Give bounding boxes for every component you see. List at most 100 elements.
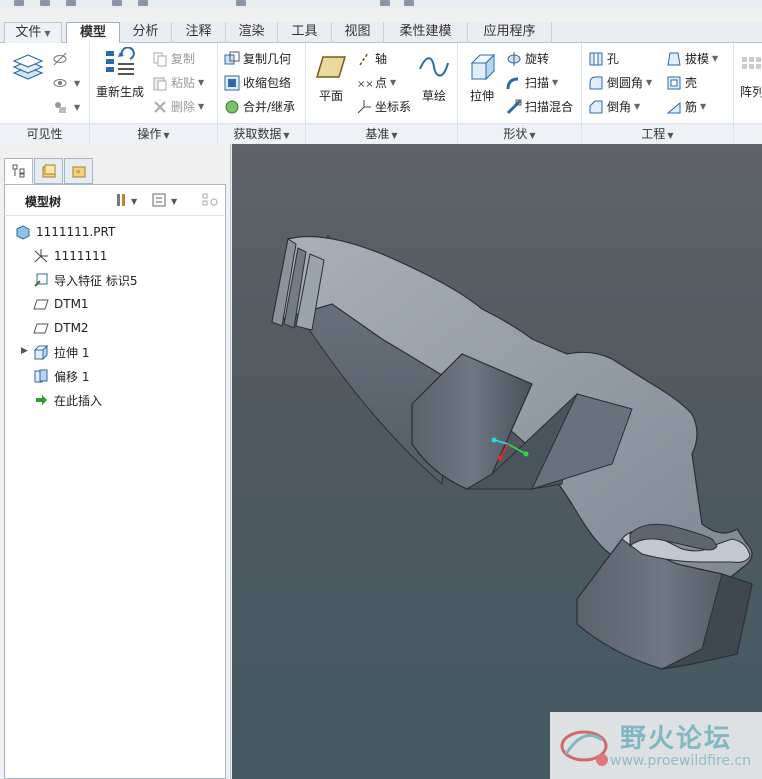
shrinkwrap-button[interactable]: 收缩包络 bbox=[224, 74, 291, 91]
tree-item-offset[interactable]: 偏移 1 bbox=[33, 366, 89, 386]
rib-button[interactable]: 筋 ▼ bbox=[666, 98, 706, 115]
sketch-button[interactable]: 草绘 bbox=[416, 51, 452, 104]
svg-text:×××: ××× bbox=[357, 79, 372, 90]
draft-label: 拔模 bbox=[685, 52, 710, 66]
tree-filter-button[interactable] bbox=[201, 192, 221, 211]
new-icon[interactable] bbox=[14, 0, 24, 6]
tab-model[interactable]: 模型 bbox=[66, 22, 120, 44]
navigator-panel: * 模型树 ▼ ▼ 1111111.PRT 1111111 导入特征 标识5 D… bbox=[0, 144, 231, 779]
axis-button[interactable]: 轴 bbox=[356, 50, 387, 67]
close-window-icon[interactable] bbox=[404, 0, 414, 6]
copy-geometry-button[interactable]: 复制几何 bbox=[224, 50, 291, 67]
part-icon bbox=[15, 224, 31, 240]
revolve-button[interactable]: 旋转 bbox=[506, 50, 549, 67]
tree-item-label: 拉伸 1 bbox=[54, 345, 90, 360]
tab-flexible-modeling[interactable]: 柔性建模 bbox=[384, 22, 468, 43]
datum-point-icon: ××× bbox=[356, 75, 382, 91]
chamfer-button[interactable]: 倒角 ▼ bbox=[588, 98, 640, 115]
tab-view[interactable]: 视图 bbox=[332, 22, 384, 43]
plane-button[interactable]: 平面 bbox=[312, 51, 350, 104]
group-datum-label[interactable]: 基准 ▼ bbox=[306, 123, 457, 143]
tab-tools[interactable]: 工具 bbox=[278, 22, 332, 43]
tab-model-tree[interactable] bbox=[4, 158, 33, 184]
tab-favorites[interactable]: * bbox=[64, 158, 93, 184]
import-feature-icon bbox=[33, 272, 49, 288]
svg-text:▼: ▼ bbox=[171, 197, 178, 206]
group-visibility: ▼ ▼ 可见性 bbox=[0, 43, 90, 143]
shrinkwrap-icon bbox=[224, 75, 240, 91]
part-model[interactable] bbox=[232, 144, 762, 779]
tree-settings-button[interactable]: ▼ bbox=[115, 192, 143, 211]
show-eye-icon bbox=[52, 75, 68, 91]
tab-file-label: 文件 bbox=[15, 25, 42, 40]
show-button[interactable]: ▼ bbox=[52, 75, 80, 91]
tree-item-insert-here[interactable]: 在此插入 bbox=[33, 390, 102, 410]
tree-item-label: 导入特征 标识5 bbox=[54, 273, 138, 288]
hole-button[interactable]: 孔 bbox=[588, 50, 619, 67]
point-label: 点 bbox=[375, 76, 388, 90]
shrinkwrap-label: 收缩包络 bbox=[243, 76, 292, 90]
watermark-title: 野火论坛 bbox=[620, 724, 733, 754]
revolve-label: 旋转 bbox=[525, 52, 550, 66]
watermark-logo-icon bbox=[560, 730, 608, 766]
sweep-label: 扫描 bbox=[525, 76, 550, 90]
round-button[interactable]: 倒圆角 ▼ bbox=[588, 74, 652, 91]
quick-access-toolbar bbox=[0, 0, 762, 8]
tab-annotate[interactable]: 注释 bbox=[172, 22, 226, 43]
extrude-button[interactable]: 拉伸 bbox=[464, 51, 500, 104]
shell-icon bbox=[666, 75, 682, 91]
regenerate-button[interactable]: 重新生成 bbox=[94, 46, 146, 100]
round-label: 倒圆角 bbox=[607, 76, 644, 90]
swept-blend-button[interactable]: 扫描混合 bbox=[506, 98, 573, 115]
hole-icon bbox=[588, 51, 604, 67]
tree-item-dtm1[interactable]: DTM1 bbox=[33, 294, 89, 314]
tab-analysis[interactable]: 分析 bbox=[120, 22, 172, 43]
csys-button[interactable]: 坐标系 bbox=[356, 98, 411, 115]
regenerate-icon bbox=[104, 46, 136, 79]
group-engineering-label[interactable]: 工程 ▼ bbox=[582, 123, 733, 143]
tree-item-import-feature[interactable]: 导入特征 标识5 bbox=[33, 270, 137, 290]
sweep-button[interactable]: 扫描 ▼ bbox=[506, 74, 558, 91]
shell-button[interactable]: 壳 bbox=[666, 74, 697, 91]
tree-item-dtm2[interactable]: DTM2 bbox=[33, 318, 89, 338]
layers-button[interactable] bbox=[10, 53, 46, 89]
tab-file[interactable]: 文件 ▼ bbox=[4, 22, 62, 43]
expand-arrow-icon[interactable]: ▶ bbox=[21, 346, 28, 356]
group-shapes-label[interactable]: 形状 ▼ bbox=[458, 123, 581, 143]
tree-item-extrude[interactable]: 拉伸 1 bbox=[33, 342, 89, 362]
redo-icon[interactable] bbox=[138, 0, 148, 6]
tree-item-csys[interactable]: 1111111 bbox=[33, 246, 107, 266]
save-icon[interactable] bbox=[66, 0, 76, 6]
merge-inheritance-button[interactable]: 合并/继承 bbox=[224, 98, 295, 115]
swept-blend-label: 扫描混合 bbox=[525, 100, 574, 114]
draft-button[interactable]: 拔模 ▼ bbox=[666, 50, 718, 67]
undo-icon[interactable] bbox=[112, 0, 122, 6]
tab-applications[interactable]: 应用程序 bbox=[468, 22, 552, 43]
tree-item-part[interactable]: 1111111.PRT bbox=[15, 222, 115, 242]
tab-folder-browser[interactable] bbox=[34, 158, 63, 184]
group-datum: 平面 轴 ××× 点▼ 坐标系 草绘 基准▼ bbox=[306, 43, 458, 143]
copy-button[interactable]: 复制 bbox=[152, 50, 195, 67]
status-button[interactable]: ▼ bbox=[52, 99, 80, 115]
folder-browser-icon bbox=[42, 164, 55, 178]
point-button[interactable]: ××× 点▼ bbox=[356, 74, 396, 91]
shell-label: 壳 bbox=[685, 76, 698, 90]
tree-item-label: 在此插入 bbox=[54, 393, 103, 408]
open-icon[interactable] bbox=[40, 0, 50, 6]
pattern-button[interactable]: 阵列 bbox=[740, 51, 762, 100]
hide-button[interactable] bbox=[52, 51, 71, 67]
copy-icon bbox=[152, 51, 168, 67]
tree-show-button[interactable]: ▼ bbox=[151, 192, 181, 211]
paste-button[interactable]: 粘贴 ▼ bbox=[152, 74, 204, 91]
group-get-data-label[interactable]: 获取数据 ▼ bbox=[218, 123, 305, 143]
tab-render[interactable]: 渲染 bbox=[226, 22, 278, 43]
regenerate-quick-icon[interactable] bbox=[236, 0, 246, 6]
rib-icon bbox=[666, 99, 682, 115]
group-pattern-label bbox=[734, 123, 762, 143]
graphics-viewport[interactable] bbox=[232, 144, 762, 779]
windows-icon[interactable] bbox=[380, 0, 390, 6]
delete-button[interactable]: 删除 ▼ bbox=[152, 98, 204, 115]
group-operations-label[interactable]: 操作 ▼ bbox=[90, 123, 217, 143]
show-list-icon: ▼ bbox=[152, 193, 178, 207]
delete-label: 删除 bbox=[171, 100, 196, 114]
